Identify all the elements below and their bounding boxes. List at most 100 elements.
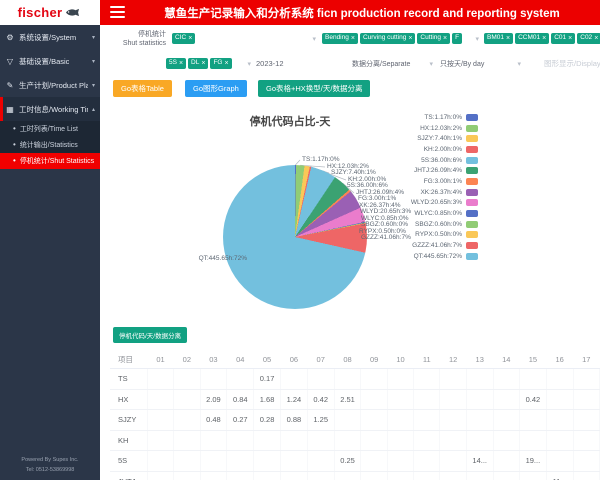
legend-item[interactable]: RYPX:0.50h:0% bbox=[356, 230, 478, 241]
filter-tag[interactable]: C02× bbox=[577, 33, 600, 44]
go-graph-button[interactable]: Go图形Graph bbox=[185, 80, 247, 97]
tag-close-icon[interactable]: × bbox=[351, 36, 355, 42]
table-cell bbox=[361, 430, 387, 451]
filter-tag[interactable]: CIC× bbox=[172, 33, 195, 44]
legend-item[interactable]: XK:26.37h:4% bbox=[356, 187, 478, 198]
filter-icon: ▽ bbox=[5, 57, 15, 66]
legend-item[interactable]: TS:1.17h:0% bbox=[356, 112, 478, 123]
legend-item[interactable]: HX:12.03h:2% bbox=[356, 123, 478, 134]
table-cell bbox=[573, 451, 599, 472]
column-header: 17 bbox=[573, 350, 599, 369]
table-cell bbox=[519, 430, 546, 451]
table-cell bbox=[200, 451, 227, 472]
stat-type-select[interactable]: CIC× ▾ bbox=[170, 30, 319, 47]
sidebar-subitem[interactable]: •停机统计/Shut Statistics bbox=[0, 153, 100, 169]
row-name-cell: SJZY bbox=[110, 410, 147, 431]
legend-item[interactable]: SBGZ:0.60h:0% bbox=[356, 219, 478, 230]
column-header: 08 bbox=[334, 350, 361, 369]
legend-item[interactable]: WLYD:20.65h:3% bbox=[356, 198, 478, 209]
legend-color-chip bbox=[466, 135, 478, 142]
chevron-down-icon: ▾ bbox=[312, 35, 317, 43]
legend-item[interactable]: FG:3.00h:1% bbox=[356, 176, 478, 187]
sidebar-subitem[interactable]: •统计输出/Statistics bbox=[0, 137, 100, 153]
table-cell bbox=[466, 430, 493, 451]
table-cell bbox=[334, 471, 361, 480]
legend-item[interactable]: KH:2.00h:0% bbox=[356, 144, 478, 155]
tag-close-icon[interactable]: × bbox=[594, 36, 598, 42]
filter-tag[interactable]: F bbox=[452, 33, 462, 44]
legend-item[interactable]: JHTJ:26.09h:4% bbox=[356, 165, 478, 176]
tag-close-icon[interactable]: × bbox=[568, 36, 572, 42]
sidebar-item[interactable]: ⚙系统设置/System▾ bbox=[0, 25, 100, 49]
byday-mode-select[interactable]: 只按天/By day ▾ bbox=[438, 55, 524, 72]
sidebar-item[interactable]: ✎生产计划/Product Plan▾ bbox=[0, 73, 100, 97]
sidebar-subitem[interactable]: •工时列表/Time List bbox=[0, 121, 100, 137]
chevron-down-icon: ▾ bbox=[92, 58, 95, 65]
filter-tag-label: Bending bbox=[325, 35, 349, 42]
legend-color-chip bbox=[466, 157, 478, 164]
filter-tag[interactable]: FG× bbox=[210, 58, 231, 69]
main-content: 停机统计 Shut statistics CIC×▾ Bending×Curvi… bbox=[100, 25, 600, 480]
footer-company: Powered By Supes Inc. bbox=[0, 456, 100, 465]
app-header: fischer 慧鱼生产记录输入和分析系统 ficn production re… bbox=[0, 0, 600, 25]
legend-item[interactable]: SJZY:7.40h:1% bbox=[356, 133, 478, 144]
filter-tag-label: Curving cutting bbox=[363, 35, 406, 42]
graph-display-input[interactable] bbox=[540, 55, 600, 72]
legend-item[interactable]: QT:445.65h:72% bbox=[356, 251, 478, 262]
table-row: HX2.090.841.681.240.422.510.42 bbox=[110, 389, 600, 410]
machine-select[interactable]: BM01×CCM01×C01×C02× bbox=[482, 30, 600, 47]
column-header: 15 bbox=[519, 350, 546, 369]
legend-item-label: QT:445.65h:72% bbox=[414, 253, 462, 260]
legend-item[interactable]: WLYC:0.85h:0% bbox=[356, 208, 478, 219]
data-table-container: 项目0102030405060708091011121314151617TS0.… bbox=[110, 350, 600, 480]
filter-tag[interactable]: DL× bbox=[188, 58, 208, 69]
tag-close-icon[interactable]: × bbox=[188, 36, 192, 42]
tag-close-icon[interactable]: × bbox=[506, 36, 510, 42]
tag-close-icon[interactable]: × bbox=[179, 61, 183, 67]
table-cell bbox=[466, 389, 493, 410]
sidebar-subitem-label: 统计输出/Statistics bbox=[20, 140, 78, 150]
table-cell bbox=[466, 471, 493, 480]
shutdown-code-select[interactable]: 5S×DL×FG×▾ bbox=[164, 55, 254, 72]
filter-tag[interactable]: Curving cutting× bbox=[360, 33, 415, 44]
filter-tag[interactable]: 5S× bbox=[166, 58, 186, 69]
sidebar-item-label: 系统设置/System bbox=[19, 32, 76, 43]
legend-item-label: FG:3.00h:1% bbox=[424, 178, 462, 185]
filter-tag[interactable]: CCM01× bbox=[515, 33, 549, 44]
table-cell bbox=[254, 451, 281, 472]
table-cell bbox=[414, 471, 440, 480]
go-table-button[interactable]: Go表格Table bbox=[113, 80, 172, 97]
filter-tag[interactable]: C01× bbox=[551, 33, 575, 44]
filter-tag[interactable]: Bending× bbox=[322, 33, 358, 44]
column-header: 02 bbox=[174, 350, 200, 369]
table-cell: 0.25 bbox=[334, 451, 361, 472]
legend-item[interactable]: 5S:36.00h:6% bbox=[356, 155, 478, 166]
separate-mode-select[interactable]: 数据分离/Separate ▾ bbox=[350, 55, 436, 72]
sidebar-menu: ⚙系统设置/System▾▽基础设置/Basic▾✎生产计划/Product P… bbox=[0, 25, 100, 169]
table-cell bbox=[573, 369, 599, 390]
sidebar-item[interactable]: ▽基础设置/Basic▾ bbox=[0, 49, 100, 73]
process-select[interactable]: Bending×Curving cutting×Cutting×F▾ bbox=[320, 30, 482, 47]
pie-chart[interactable] bbox=[223, 165, 367, 309]
tag-close-icon[interactable]: × bbox=[443, 36, 447, 42]
month-input[interactable] bbox=[252, 55, 352, 72]
filter-tag-label: FG bbox=[213, 60, 222, 67]
table-cell: 1.68 bbox=[254, 389, 281, 410]
column-header: 06 bbox=[280, 350, 307, 369]
legend-item[interactable]: GZZZ:41.06h:7% bbox=[356, 240, 478, 251]
table-cell bbox=[573, 410, 599, 431]
tag-close-icon[interactable]: × bbox=[224, 61, 228, 67]
table-cell bbox=[546, 369, 573, 390]
tag-close-icon[interactable]: × bbox=[542, 36, 546, 42]
sidebar-item[interactable]: ▦工时信息/Working Time▴ bbox=[0, 97, 100, 121]
tag-close-icon[interactable]: × bbox=[408, 36, 412, 42]
go-hx-table-button[interactable]: Go表格+HX换型/天/数据分离 bbox=[258, 80, 370, 97]
menu-toggle-icon[interactable] bbox=[110, 6, 125, 18]
table-cell bbox=[147, 410, 173, 431]
table-section-button[interactable]: 停机代码/天/数据分离 bbox=[113, 327, 187, 343]
filter-tag[interactable]: BM01× bbox=[484, 33, 513, 44]
table-cell bbox=[546, 430, 573, 451]
tag-close-icon[interactable]: × bbox=[201, 61, 205, 67]
filter-tag[interactable]: Cutting× bbox=[417, 33, 450, 44]
filter-tag-label: BM01 bbox=[487, 35, 504, 42]
